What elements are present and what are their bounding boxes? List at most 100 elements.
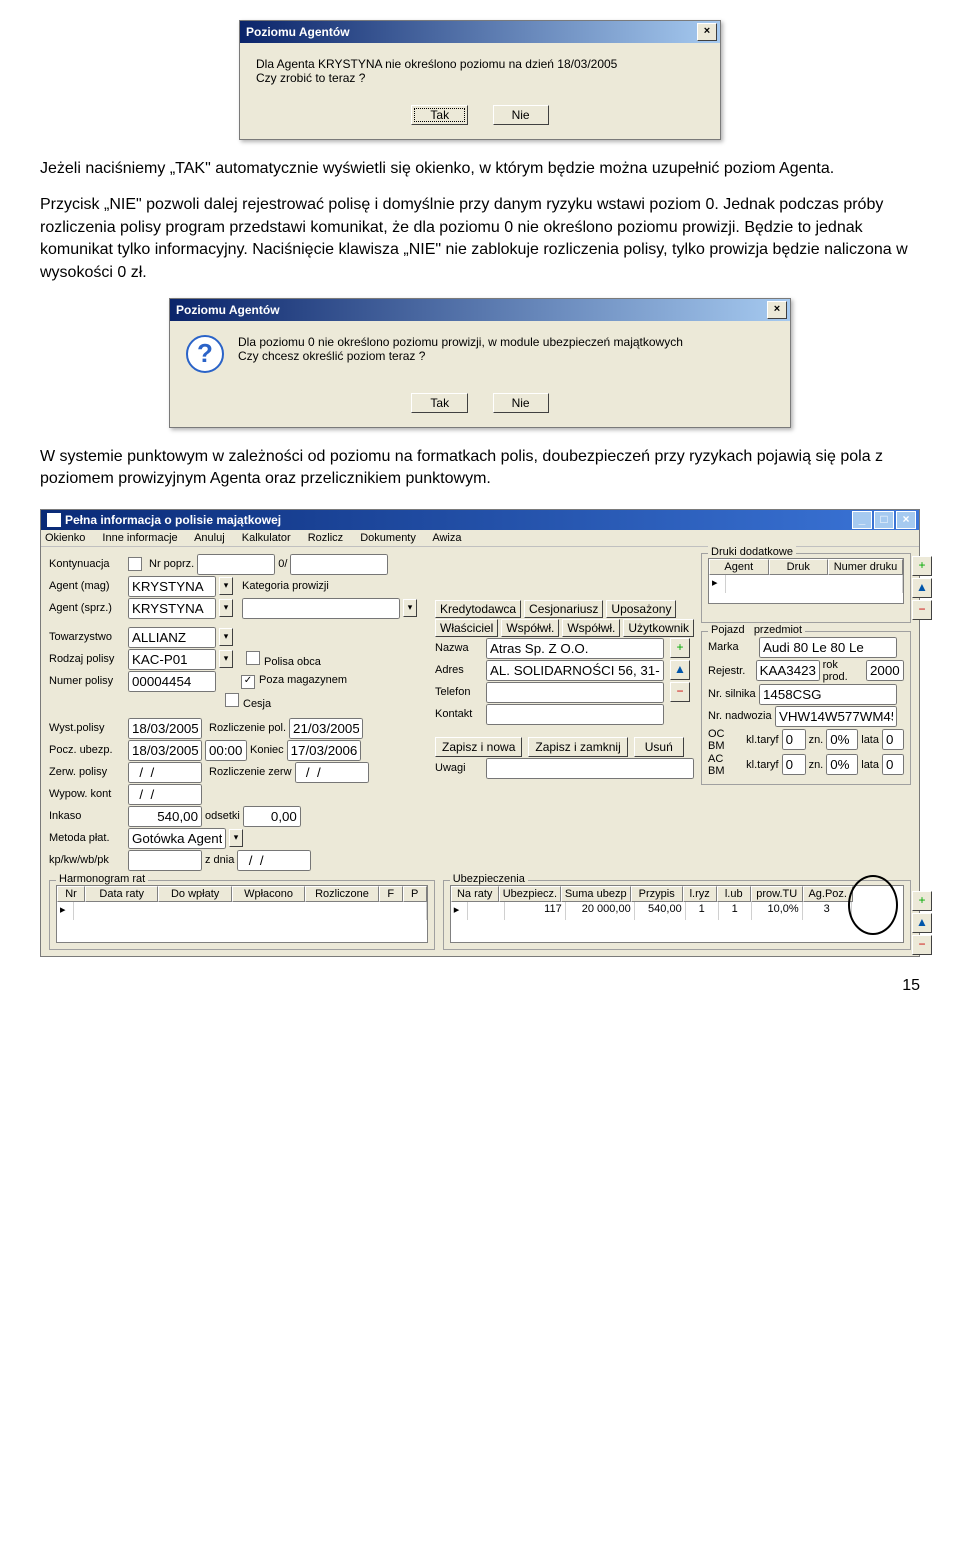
ac-lata[interactable]	[882, 754, 904, 775]
menu-awiza[interactable]: Awiza	[432, 532, 461, 544]
dialog1-titlebar[interactable]: Poziomu Agentów ×	[240, 21, 720, 43]
koniec-input[interactable]	[287, 740, 361, 761]
remove-icon[interactable]: −	[912, 600, 932, 620]
hdr-agent: Agent	[709, 559, 769, 575]
up-icon[interactable]: ▲	[912, 578, 932, 598]
ac-zn[interactable]	[826, 754, 858, 775]
uh-na: Na raty	[451, 886, 499, 902]
towarzystwo-input[interactable]	[128, 627, 216, 648]
tab-wlasciciel[interactable]: Właściciel	[435, 619, 498, 637]
chk-cesja[interactable]	[225, 693, 239, 707]
ur-4: 1	[686, 902, 719, 920]
odsetki-input[interactable]	[243, 806, 301, 827]
tab-uzytkownik[interactable]: Użytkownik	[623, 619, 694, 637]
rodzaj-input[interactable]	[128, 649, 216, 670]
menubar: Okienko Inne informacje Anuluj Kalkulato…	[41, 530, 919, 547]
lbl-odsetki: odsetki	[205, 810, 240, 822]
add-icon[interactable]: +	[912, 891, 932, 911]
lbl-kontakt: Kontakt	[435, 708, 483, 720]
close-icon[interactable]: ×	[697, 23, 717, 41]
telefon-input[interactable]	[486, 682, 664, 703]
kpkw-input[interactable]	[128, 850, 202, 871]
uh-lryz: l.ryz	[683, 886, 717, 902]
btn-zapisz-zamknij[interactable]: Zapisz i zamknij	[528, 737, 627, 757]
remove-icon[interactable]: −	[912, 935, 932, 955]
chk-kontynuacja[interactable]	[128, 557, 142, 571]
box-harmonogram: Harmonogram rat Nr Data raty Do wpłaty W…	[49, 880, 435, 950]
menu-anuluj[interactable]: Anuluj	[194, 532, 225, 544]
no-button[interactable]: Nie	[493, 105, 549, 125]
yes-button[interactable]: Tak	[411, 105, 468, 125]
btn-usun[interactable]: Usuń	[634, 737, 684, 757]
ac-kltaryf[interactable]	[782, 754, 806, 775]
close-icon[interactable]: ×	[767, 301, 787, 319]
dialog1-title: Poziomu Agentów	[246, 25, 350, 39]
agent-sprz-input[interactable]	[128, 598, 216, 619]
chk-poza-mag[interactable]	[241, 675, 255, 689]
menu-inne[interactable]: Inne informacje	[102, 532, 177, 544]
dropdown-icon[interactable]: ▾	[219, 599, 233, 617]
rozlzerw-input[interactable]	[295, 762, 369, 783]
tab-uposazony[interactable]: Uposażony	[606, 600, 676, 618]
marka-input[interactable]	[759, 637, 897, 658]
dropdown-icon[interactable]: ▾	[219, 628, 233, 646]
zdnia-input[interactable]	[237, 850, 311, 871]
lbl-inkaso: Inkaso	[49, 810, 125, 822]
dropdown-icon[interactable]: ▾	[403, 599, 417, 617]
dropdown-icon[interactable]: ▾	[219, 650, 233, 668]
agent-mag-input[interactable]	[128, 576, 216, 597]
yes-button[interactable]: Tak	[411, 393, 468, 413]
oc-kltaryf[interactable]	[782, 729, 806, 750]
dialog2-title: Poziomu Agentów	[176, 303, 280, 317]
up-icon[interactable]: ▲	[670, 660, 690, 680]
oc-lata[interactable]	[882, 729, 904, 750]
nrp-input[interactable]	[197, 554, 275, 575]
oc-zn[interactable]	[826, 729, 858, 750]
tab-wspolwl1[interactable]: Współwł.	[501, 619, 559, 637]
czas-input[interactable]	[205, 740, 247, 761]
nrp2-input[interactable]	[290, 554, 388, 575]
kontakt-input[interactable]	[486, 704, 664, 725]
app-titlebar[interactable]: Pełna informacja o polisie majątkowej _ …	[41, 510, 919, 530]
uwagi-input[interactable]	[486, 758, 694, 779]
menu-okienko[interactable]: Okienko	[45, 532, 85, 544]
menu-kalkulator[interactable]: Kalkulator	[242, 532, 291, 544]
btn-zapisz-nowa[interactable]: Zapisz i nowa	[435, 737, 522, 757]
tab-kredytodawca[interactable]: Kredytodawca	[435, 600, 521, 618]
ur-6: 10,0%	[752, 902, 803, 920]
inkaso-input[interactable]	[128, 806, 202, 827]
no-button[interactable]: Nie	[493, 393, 549, 413]
dialog2-body: ? Dla poziomu 0 nie określono poziomu pr…	[170, 321, 790, 387]
dropdown-icon[interactable]: ▾	[229, 829, 243, 847]
close-icon[interactable]: ×	[896, 511, 916, 529]
dialog2-titlebar[interactable]: Poziomu Agentów ×	[170, 299, 790, 321]
numer-input[interactable]	[128, 671, 216, 692]
nrsil-input[interactable]	[759, 684, 897, 705]
tab-cesjonariusz[interactable]: Cesjonariusz	[524, 600, 603, 618]
rozlpol-input[interactable]	[289, 718, 363, 739]
metoda-input[interactable]	[128, 828, 226, 849]
nrnadw-input[interactable]	[775, 706, 897, 727]
dropdown-icon[interactable]: ▾	[219, 577, 233, 595]
pocz-input[interactable]	[128, 740, 202, 761]
rejestr-input[interactable]	[756, 660, 820, 681]
maximize-icon[interactable]: □	[874, 511, 894, 529]
menu-rozlicz[interactable]: Rozlicz	[308, 532, 343, 544]
hh-wpl: Wpłacono	[232, 886, 305, 902]
zerw-input[interactable]	[128, 762, 202, 783]
remove-icon[interactable]: −	[670, 682, 690, 702]
add-icon[interactable]: +	[670, 638, 690, 658]
adres-input[interactable]	[486, 660, 664, 681]
uh-prow: prow.TU	[751, 886, 803, 902]
wyst-input[interactable]	[128, 718, 202, 739]
menu-dokumenty[interactable]: Dokumenty	[360, 532, 416, 544]
kategoria-input[interactable]	[242, 598, 400, 619]
rokprod-input[interactable]	[866, 660, 904, 681]
add-icon[interactable]: +	[912, 556, 932, 576]
up-icon[interactable]: ▲	[912, 913, 932, 933]
chk-polisa-obca[interactable]	[246, 651, 260, 665]
minimize-icon[interactable]: _	[852, 511, 872, 529]
nazwa-input[interactable]	[486, 638, 664, 659]
wypow-input[interactable]	[128, 784, 202, 805]
tab-wspolwl2[interactable]: Współwł.	[562, 619, 620, 637]
